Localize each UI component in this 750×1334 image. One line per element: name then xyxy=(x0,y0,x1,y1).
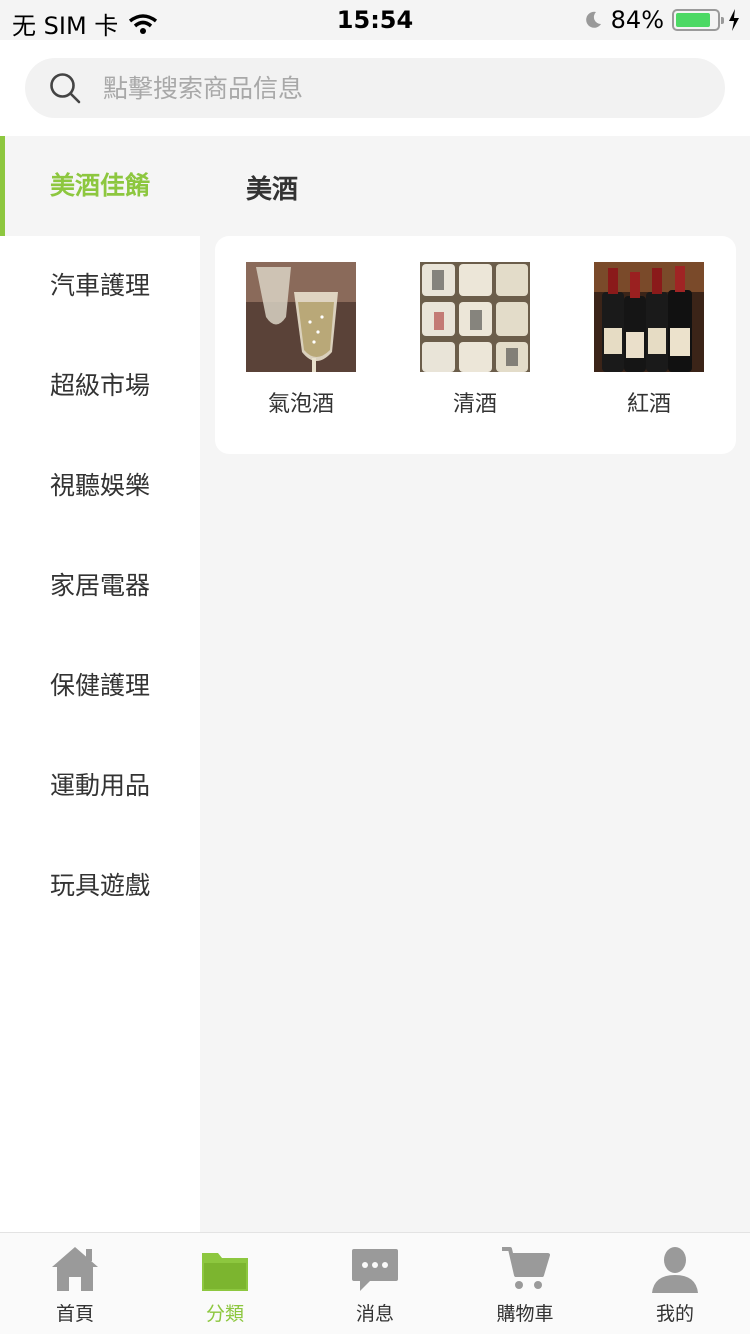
status-bar: 无 SIM 卡 15:54 84% xyxy=(0,0,750,40)
product-name: 紅酒 xyxy=(626,392,671,417)
sidebar-item-supermarket[interactable]: 超級市場 xyxy=(0,336,200,436)
tab-label: 購物車 xyxy=(496,1303,554,1325)
product-name: 清酒 xyxy=(452,392,497,417)
search-bar[interactable] xyxy=(25,58,725,118)
message-icon xyxy=(352,1249,398,1291)
tab-messages[interactable]: 消息 xyxy=(300,1233,450,1334)
tab-category[interactable]: 分類 xyxy=(150,1233,300,1334)
charging-icon xyxy=(729,9,739,31)
sidebar-item-sports[interactable]: 運動用品 xyxy=(0,736,200,836)
bottom-tab-bar: 首頁 分類 消息 購物車 我的 xyxy=(0,1232,750,1334)
tab-label: 我的 xyxy=(655,1303,694,1325)
product-sparkling-wine[interactable]: 氣泡酒 xyxy=(246,262,356,418)
sidebar-item-audio-video[interactable]: 視聽娛樂 xyxy=(0,436,200,536)
user-icon xyxy=(652,1247,698,1293)
sidebar-item-toys-games[interactable]: 玩具遊戲 xyxy=(0,836,200,936)
product-sake[interactable]: 清酒 xyxy=(420,262,530,418)
red-wine-image xyxy=(594,262,704,372)
sake-image xyxy=(420,262,530,372)
tab-label: 首頁 xyxy=(55,1303,94,1325)
category-content: 美酒 氣泡酒 清酒 紅酒 xyxy=(200,136,750,1232)
tab-home[interactable]: 首頁 xyxy=(0,1233,150,1334)
search-input[interactable] xyxy=(103,73,663,103)
sidebar-item-food-wine[interactable]: 美酒佳餚 xyxy=(0,136,200,236)
product-grid: 氣泡酒 清酒 紅酒 xyxy=(215,236,736,454)
search-icon xyxy=(50,73,81,104)
battery-icon xyxy=(672,9,724,31)
section-title: 美酒 xyxy=(246,175,299,205)
home-icon xyxy=(52,1247,98,1291)
sidebar-item-home-appliances[interactable]: 家居電器 xyxy=(0,536,200,636)
tab-label: 分類 xyxy=(205,1303,244,1325)
folder-icon xyxy=(202,1253,248,1291)
product-name: 氣泡酒 xyxy=(267,392,334,417)
sparkling-wine-image xyxy=(246,262,356,372)
sidebar-item-health-care[interactable]: 保健護理 xyxy=(0,636,200,736)
tab-label: 消息 xyxy=(355,1303,394,1325)
tab-cart[interactable]: 購物車 xyxy=(450,1233,600,1334)
cart-icon xyxy=(502,1247,550,1289)
moon-icon xyxy=(585,11,601,28)
product-red-wine[interactable]: 紅酒 xyxy=(594,262,704,418)
search-area xyxy=(0,40,750,136)
category-sidebar: 美酒佳餚 汽車護理 超級市場 視聽娛樂 家居電器 保健護理 運動用品 玩具遊戲 xyxy=(0,136,200,1232)
tab-profile[interactable]: 我的 xyxy=(600,1233,750,1334)
battery-percent: 84% xyxy=(610,6,664,34)
sidebar-item-car-care[interactable]: 汽車護理 xyxy=(0,236,200,336)
